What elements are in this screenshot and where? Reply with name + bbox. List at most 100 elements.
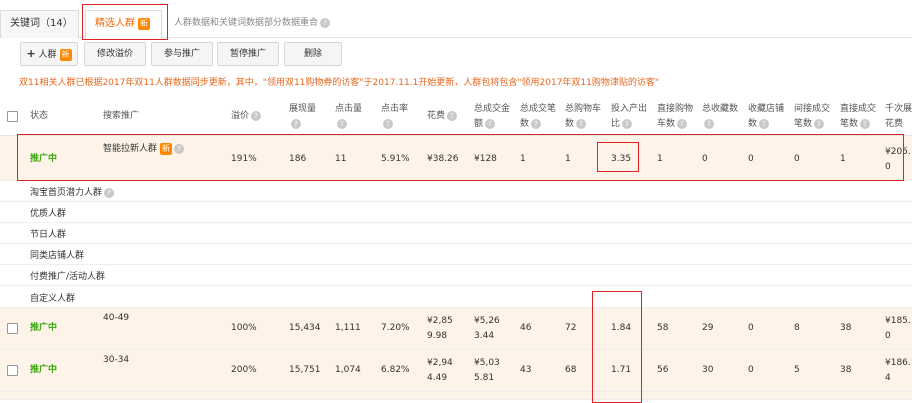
col-impressions[interactable]: 展现量? (289, 102, 316, 132)
col-fav-store[interactable]: 收藏店铺数? (748, 102, 784, 132)
cpm-value-line1: ¥186. (885, 358, 911, 368)
row-checkbox[interactable] (7, 365, 18, 376)
help-icon[interactable]: ? (291, 118, 301, 129)
col-indirect-orders-label-2: 笔数 (794, 119, 813, 129)
add-crowd-label: 人群 (38, 50, 57, 60)
fav-items-value: 30 (702, 365, 714, 375)
crowd-group-custom[interactable]: 自定义人群 (30, 291, 75, 304)
col-premium[interactable]: 溢价? (231, 109, 262, 124)
col-direct-cart[interactable]: 直接购物 车数? (657, 102, 693, 132)
list-item[interactable]: 付费推广/活动人群 (0, 265, 912, 286)
help-icon[interactable]: ? (531, 118, 542, 129)
col-fav-items[interactable]: 总收藏数? (702, 102, 738, 132)
col-cpm[interactable]: 千次展 花费 (885, 102, 912, 132)
table-row: 推广中 30-34 200% 15,751 1,074 6.82% ¥2,94 4… (0, 350, 912, 392)
pause-promo-button[interactable]: 暂停推广 (217, 42, 279, 66)
crowd-name[interactable]: 30-34 (103, 353, 129, 368)
col-cost-label: 花费 (427, 111, 446, 121)
edit-premium-button[interactable]: 修改溢价 (84, 42, 146, 66)
list-item[interactable]: 节日人群 (0, 223, 912, 244)
help-icon[interactable]: ? (704, 118, 714, 129)
col-premium-label: 溢价 (231, 111, 250, 121)
ctr-value: 6.82% (381, 365, 410, 375)
col-roi[interactable]: 投入产出比? (611, 102, 647, 132)
col-clicks[interactable]: 点击量? (335, 102, 362, 132)
crowd-group-paid-promo[interactable]: 付费推广/活动人群 (30, 269, 105, 282)
toolbar: + 人群新 修改溢价 参与推广 暂停推广 删除 (0, 40, 912, 70)
col-impressions-label: 展现量 (289, 104, 317, 114)
table-row: 推广中 40-49 100% 15,434 1,111 7.20% ¥2,85 9… (0, 308, 912, 350)
crowd-group-homepage[interactable]: 淘宝首页潜力人群? (30, 185, 115, 198)
help-icon[interactable]: ? (251, 110, 262, 121)
help-icon[interactable]: ? (677, 118, 688, 129)
tab-crowds[interactable]: 精选人群新 (85, 10, 162, 39)
orders-value: 43 (520, 365, 532, 375)
indirect-orders-value: 5 (794, 365, 800, 375)
help-icon[interactable]: ? (320, 17, 331, 28)
help-icon[interactable]: ? (447, 110, 458, 121)
premium-value[interactable]: 191% (231, 152, 257, 167)
help-icon[interactable]: ? (485, 118, 496, 129)
col-cpm-label-2: 花费 (885, 119, 904, 129)
list-item[interactable]: 自定义人群 (0, 286, 912, 308)
notice-text: 双11相关人群已根据2017年双11人群数据同步更新，其中，"领用双11购物券的… (19, 78, 659, 88)
help-icon[interactable]: ? (622, 118, 633, 129)
add-crowd-button[interactable]: + 人群新 (20, 42, 78, 66)
gmv-value-line2: 3.44 (474, 331, 495, 341)
help-icon[interactable]: ? (576, 118, 587, 129)
list-item[interactable]: 优质人群 (0, 202, 912, 223)
col-direct-orders[interactable]: 直接成交 笔数? (840, 102, 876, 132)
row-checkbox[interactable] (7, 323, 18, 334)
cpm-value-line1: ¥185. (885, 316, 911, 326)
new-badge: 新 (59, 49, 72, 61)
cpm-value: ¥185. 0 (885, 314, 911, 344)
col-indirect-orders-label: 间接成交 (794, 104, 831, 114)
list-item[interactable]: 同类店铺人群 (0, 244, 912, 265)
join-promo-button[interactable]: 参与推广 (151, 42, 213, 66)
cost-value-line1: ¥2,85 (427, 316, 453, 326)
help-icon[interactable]: ? (104, 187, 115, 198)
select-all-checkbox[interactable] (7, 111, 18, 122)
cost-value-line2: 9.98 (427, 331, 448, 341)
cart-value: 1 (565, 154, 571, 164)
col-ctr[interactable]: 点击率? (381, 102, 408, 132)
premium-value[interactable]: 200% (231, 363, 257, 378)
col-roi-label-2: 比 (611, 119, 621, 129)
impressions-value: 186 (289, 154, 307, 164)
table-row: 推广中 智能拉新人群新? 191% 186 11 5.91% ¥38.26 ¥1… (0, 136, 912, 181)
crowd-group-similar-store[interactable]: 同类店铺人群 (30, 248, 84, 261)
cpm-value: ¥186. 4 (885, 356, 911, 386)
col-total-cart[interactable]: 总购物车数? (565, 102, 601, 132)
col-cost[interactable]: 花费? (427, 109, 458, 124)
status-badge: 推广中 (30, 154, 58, 164)
col-fav-store-label: 收藏店铺 (748, 104, 785, 114)
direct-orders-value: 1 (840, 154, 846, 164)
gmv-value-line2: 5.81 (474, 373, 495, 383)
tab-keywords[interactable]: 关键词（14） (0, 10, 79, 38)
help-icon[interactable]: ? (860, 118, 871, 129)
cart-value: 72 (565, 323, 577, 333)
col-total-gmv-label-2: 额 (474, 119, 484, 129)
crowd-name[interactable]: 智能拉新人群新? (103, 142, 185, 157)
list-item[interactable]: 淘宝首页潜力人群? (0, 181, 912, 202)
col-total-cart-label: 总购物车 (565, 104, 602, 114)
crowd-group-quality[interactable]: 优质人群 (30, 206, 66, 219)
crowd-name[interactable]: 40-49 (103, 311, 129, 326)
help-icon[interactable]: ? (174, 143, 185, 154)
col-total-gmv[interactable]: 总成交金额? (474, 102, 510, 132)
col-indirect-orders[interactable]: 间接成交笔数? (794, 102, 830, 132)
cost-value: ¥38.26 (427, 154, 459, 164)
help-icon[interactable]: ? (814, 118, 825, 129)
crowd-name-label: 智能拉新人群 (103, 144, 158, 154)
premium-value[interactable]: 100% (231, 321, 257, 336)
col-total-gmv-label: 总成交金 (474, 104, 511, 114)
crowd-group-holiday[interactable]: 节日人群 (30, 227, 66, 240)
delete-button[interactable]: 删除 (284, 42, 342, 66)
help-icon[interactable]: ? (759, 118, 770, 129)
col-total-orders[interactable]: 总成交笔数? (520, 102, 556, 132)
fav-store-value: 0 (748, 154, 754, 164)
gmv-value-line1: ¥5,26 (474, 316, 500, 326)
help-icon[interactable]: ? (337, 118, 347, 129)
col-status: 状态 (30, 111, 49, 121)
help-icon[interactable]: ? (383, 118, 393, 129)
